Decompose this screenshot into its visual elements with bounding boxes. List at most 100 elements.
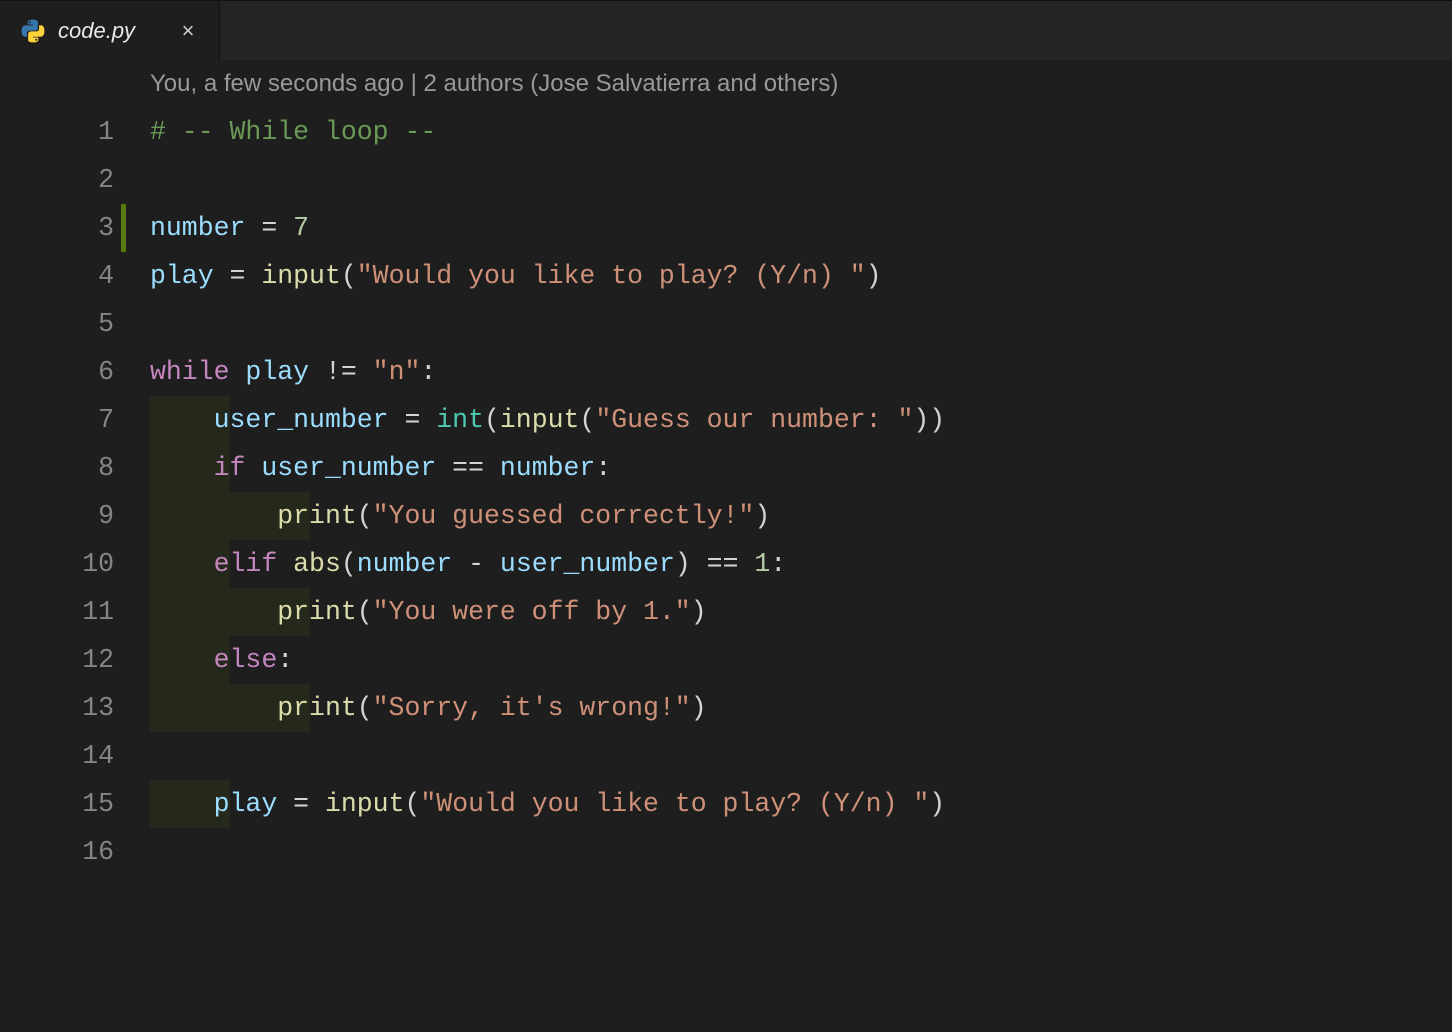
code-token <box>150 597 277 627</box>
code-token: = <box>245 213 293 243</box>
code-token: else <box>214 645 278 675</box>
code-token: input <box>325 789 405 819</box>
code-token: ( <box>357 501 373 531</box>
line-number: 11 <box>0 588 114 636</box>
code-line[interactable]: else: <box>150 636 1452 684</box>
code-editor[interactable]: 12345678910111213141516 You, a few secon… <box>0 60 1452 1032</box>
code-token: ( <box>404 789 420 819</box>
code-token: ( <box>341 261 357 291</box>
code-token: ( <box>579 405 595 435</box>
code-line[interactable]: elif abs(number - user_number) == 1: <box>150 540 1452 588</box>
line-number: 6 <box>0 348 114 396</box>
code-token: 7 <box>293 213 309 243</box>
code-token <box>150 549 214 579</box>
code-token <box>245 453 261 483</box>
code-line[interactable]: play = input("Would you like to play? (Y… <box>150 780 1452 828</box>
code-line[interactable]: play = input("Would you like to play? (Y… <box>150 252 1452 300</box>
code-token <box>150 789 214 819</box>
line-number: 16 <box>0 828 114 876</box>
modified-line-marker <box>121 204 126 252</box>
code-token: ) <box>929 789 945 819</box>
code-token: = <box>214 261 262 291</box>
code-token: - <box>452 549 500 579</box>
code-token: abs <box>293 549 341 579</box>
code-token: number <box>357 549 452 579</box>
code-token: != <box>309 357 373 387</box>
code-token: "Sorry, it's wrong!" <box>373 693 691 723</box>
line-number: 5 <box>0 300 114 348</box>
code-token: : <box>277 645 293 675</box>
code-token: : <box>595 453 611 483</box>
line-number-gutter: 12345678910111213141516 <box>0 60 150 1032</box>
code-token: "Guess our number: " <box>595 405 913 435</box>
line-number: 13 <box>0 684 114 732</box>
code-token: number <box>500 453 595 483</box>
code-token <box>150 501 277 531</box>
code-token <box>277 549 293 579</box>
code-line[interactable] <box>150 828 1452 876</box>
line-number: 14 <box>0 732 114 780</box>
line-number: 7 <box>0 396 114 444</box>
code-token: "n" <box>373 357 421 387</box>
code-token: : <box>770 549 786 579</box>
python-icon <box>20 18 46 44</box>
code-token: "Would you like to play? (Y/n) " <box>357 261 866 291</box>
code-token: user_number <box>500 549 675 579</box>
code-token <box>150 453 214 483</box>
code-token: )) <box>913 405 945 435</box>
code-line[interactable]: user_number = int(input("Guess our numbe… <box>150 396 1452 444</box>
line-number: 2 <box>0 156 114 204</box>
code-token: = <box>389 405 437 435</box>
code-line[interactable]: # -- While loop -- <box>150 108 1452 156</box>
line-number: 10 <box>0 540 114 588</box>
code-token: print <box>277 501 357 531</box>
close-icon[interactable]: × <box>177 20 199 42</box>
code-line[interactable]: number = 7 <box>150 204 1452 252</box>
line-number: 1 <box>0 108 114 156</box>
code-token: "Would you like to play? (Y/n) " <box>420 789 929 819</box>
codelens-author-info[interactable]: You, a few seconds ago | 2 authors (Jose… <box>150 60 1452 108</box>
code-token <box>230 357 246 387</box>
code-token: print <box>277 693 357 723</box>
line-number: 9 <box>0 492 114 540</box>
code-token: user_number <box>214 405 389 435</box>
code-token: ( <box>357 597 373 627</box>
line-number: 8 <box>0 444 114 492</box>
code-token: # -- While loop -- <box>150 117 436 147</box>
codelens-text: You, a few seconds ago | 2 authors (Jose… <box>150 60 838 108</box>
tab-code-py[interactable]: code.py × <box>0 1 220 60</box>
line-number: 12 <box>0 636 114 684</box>
code-line[interactable]: print("You were off by 1.") <box>150 588 1452 636</box>
code-token: while <box>150 357 230 387</box>
code-line[interactable]: while play != "n": <box>150 348 1452 396</box>
tab-filename: code.py <box>58 18 135 44</box>
code-token <box>150 405 214 435</box>
code-token: 1 <box>754 549 770 579</box>
code-token: ) <box>754 501 770 531</box>
code-token: play <box>150 261 214 291</box>
code-token: user_number <box>261 453 436 483</box>
code-token: "You were off by 1." <box>373 597 691 627</box>
code-token: : <box>420 357 436 387</box>
code-token: play <box>245 357 309 387</box>
code-token: ) == <box>675 549 755 579</box>
code-token: input <box>261 261 341 291</box>
code-token: print <box>277 597 357 627</box>
code-line[interactable] <box>150 156 1452 204</box>
code-token: == <box>436 453 500 483</box>
code-token: ) <box>691 597 707 627</box>
code-token: ) <box>691 693 707 723</box>
code-token: ( <box>357 693 373 723</box>
tab-bar: code.py × <box>0 0 1452 60</box>
code-line[interactable] <box>150 300 1452 348</box>
code-line[interactable]: print("You guessed correctly!") <box>150 492 1452 540</box>
code-token: "You guessed correctly!" <box>373 501 755 531</box>
code-line[interactable]: print("Sorry, it's wrong!") <box>150 684 1452 732</box>
code-area[interactable]: You, a few seconds ago | 2 authors (Jose… <box>150 60 1452 1032</box>
code-token: play <box>214 789 278 819</box>
code-token: ) <box>866 261 882 291</box>
code-token <box>150 645 214 675</box>
code-token: input <box>500 405 580 435</box>
code-line[interactable] <box>150 732 1452 780</box>
code-line[interactable]: if user_number == number: <box>150 444 1452 492</box>
